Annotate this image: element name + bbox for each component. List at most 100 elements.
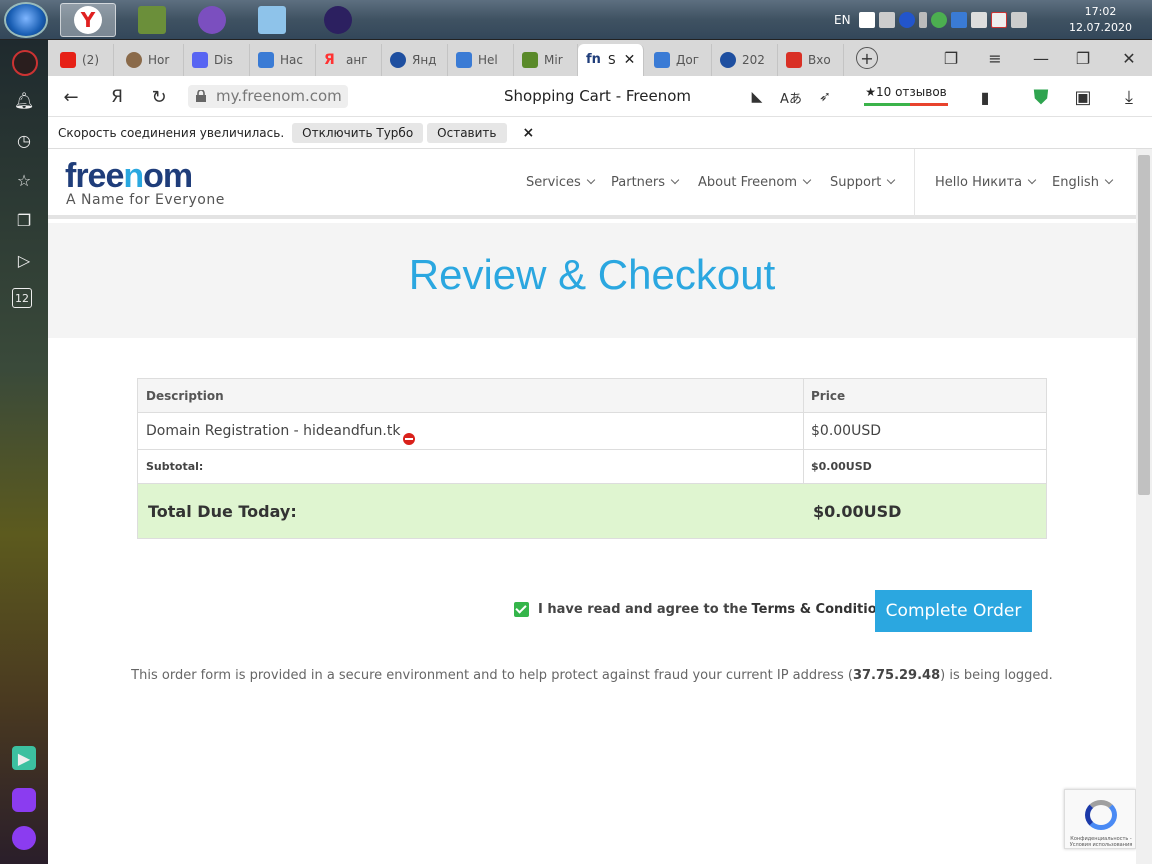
url-field[interactable]: my.freenom.com [188, 85, 348, 108]
tab-label: Hac [280, 53, 303, 67]
profile-avatar[interactable] [12, 50, 38, 76]
tab-10[interactable]: Дог [646, 44, 712, 76]
tab-2[interactable]: Hor [118, 44, 184, 76]
back-icon[interactable]: ← [58, 84, 84, 110]
tab-label: анг [346, 53, 368, 67]
notice-text: This order form is provided in a secure … [131, 668, 853, 683]
nav-partners[interactable]: Partners [611, 175, 680, 190]
user-menu[interactable]: Hello Никита [935, 175, 1037, 190]
clock[interactable]: 17:02 12.07.2020 [1069, 4, 1132, 36]
shield-icon[interactable]: ⛊ [1028, 84, 1054, 110]
messenger-icon[interactable] [12, 788, 36, 812]
tab-7[interactable]: Hel [448, 44, 514, 76]
freenom-logo[interactable]: freenom [65, 157, 193, 196]
download-icon[interactable]: ⤓ [1116, 84, 1142, 110]
subtotal-row: Subtotal: $0.00USD [138, 450, 1046, 484]
terms-link[interactable]: Terms & Conditions [752, 602, 894, 617]
nav-about[interactable]: About Freenom [698, 175, 812, 190]
notepad-taskbar-button[interactable] [244, 3, 300, 37]
pdf-icon[interactable] [858, 12, 875, 28]
yandex-browser-taskbar-button[interactable]: Y [60, 3, 116, 37]
start-button[interactable] [4, 2, 48, 38]
minecraft-icon [138, 6, 166, 34]
chevron-down-icon [802, 175, 812, 185]
eclipse-taskbar-button[interactable] [310, 3, 366, 37]
calendar-icon[interactable]: 12 [12, 288, 32, 308]
minecraft-taskbar-button[interactable] [124, 3, 180, 37]
close-tab-icon[interactable]: ✕ [624, 52, 636, 68]
new-tab-icon[interactable]: + [856, 47, 878, 69]
chevron-down-icon [586, 175, 596, 185]
nav-support[interactable]: Support [830, 175, 896, 190]
tab-label: S [608, 53, 616, 67]
sync-icon[interactable] [930, 12, 947, 28]
alice-icon[interactable] [12, 826, 36, 850]
page-scrollbar[interactable] [1136, 149, 1152, 864]
chevron-down-icon [670, 175, 680, 185]
eclipse-icon [324, 6, 352, 34]
tab-11[interactable]: 202 [712, 44, 778, 76]
network-icon[interactable] [1010, 12, 1027, 28]
minimize-icon[interactable]: — [1028, 46, 1054, 70]
reviews-badge[interactable]: ★10 отзывов [864, 82, 948, 108]
hero-banner: Review & Checkout [48, 223, 1136, 338]
keep-turbo-button[interactable]: Оставить [427, 122, 507, 143]
tab-label: 202 [742, 53, 765, 67]
usb-icon[interactable] [918, 12, 927, 28]
language-menu[interactable]: English [1052, 175, 1114, 190]
complete-order-button[interactable]: Complete Order [875, 590, 1032, 632]
agree-text: I have read and agree to the [538, 602, 748, 617]
tab-8[interactable]: Mir [514, 44, 578, 76]
reload-icon[interactable]: ↻ [146, 84, 172, 110]
logo-highlight: n [123, 157, 144, 195]
extension-icon[interactable]: ▣ [1070, 84, 1096, 110]
volume-icon[interactable] [970, 12, 987, 28]
disable-turbo-button[interactable]: Отключить Турбо [292, 122, 424, 143]
tabs-overview-icon[interactable]: ❐ [938, 46, 964, 70]
site-icon [390, 52, 406, 68]
terms-agreement: I have read and agree to the Terms & Con… [514, 602, 894, 617]
item-price: $0.00USD [811, 423, 881, 439]
restore-icon[interactable]: ❐ [1070, 46, 1096, 70]
collections-icon[interactable]: ❐ [12, 208, 36, 232]
star-icon[interactable]: ☆ [12, 168, 36, 192]
play-icon[interactable]: ▷ [12, 248, 36, 272]
history-icon[interactable]: ◷ [12, 128, 36, 152]
bookmark-icon[interactable]: ▮ [972, 84, 998, 110]
tab-4[interactable]: Hac [250, 44, 316, 76]
tab-freenom-active[interactable]: fn S ✕ [578, 44, 644, 76]
tab-label: Mir [544, 53, 563, 67]
price-header: Price [811, 389, 846, 403]
site-icon [456, 52, 472, 68]
tab-discord[interactable]: Dis [184, 44, 250, 76]
yandex-home-icon[interactable]: Я [104, 84, 130, 110]
recaptcha-badge[interactable]: Конфиденциальность - Условия использован… [1064, 789, 1136, 849]
nav-services[interactable]: Services [526, 175, 596, 190]
rocket-icon[interactable]: ➶ [812, 84, 838, 110]
remove-icon[interactable] [403, 433, 416, 445]
send-icon[interactable]: ▶ [12, 746, 36, 770]
close-icon[interactable]: × [523, 125, 535, 141]
network-app-icon[interactable] [950, 12, 967, 28]
bell-icon[interactable]: 🔔︎ [12, 88, 36, 112]
agree-checkbox[interactable] [514, 602, 529, 617]
notice-text: ) is being logged. [940, 668, 1053, 683]
tab-youtube[interactable]: (2) [52, 44, 114, 76]
help-icon[interactable] [898, 12, 915, 28]
translate-icon[interactable]: Aあ [778, 84, 804, 110]
language-indicator[interactable]: EN [834, 13, 851, 27]
keyboard-icon[interactable] [878, 12, 895, 28]
notepad-icon [258, 6, 286, 34]
scroll-thumb[interactable] [1138, 155, 1150, 495]
tab-6[interactable]: Янд [382, 44, 448, 76]
turbo-icon[interactable]: ◣ [744, 84, 770, 110]
flag-icon[interactable] [990, 12, 1007, 28]
close-window-icon[interactable]: ✕ [1116, 46, 1142, 70]
ip-address: 37.75.29.48 [852, 668, 941, 683]
tab-gmail[interactable]: Вхо [778, 44, 844, 76]
freenom-icon: fn [586, 52, 601, 67]
recaptcha-icon [1085, 800, 1117, 830]
tab-5[interactable]: Яанг [316, 44, 382, 76]
viber-taskbar-button[interactable] [184, 3, 240, 37]
menu-icon[interactable]: ≡ [982, 46, 1008, 70]
